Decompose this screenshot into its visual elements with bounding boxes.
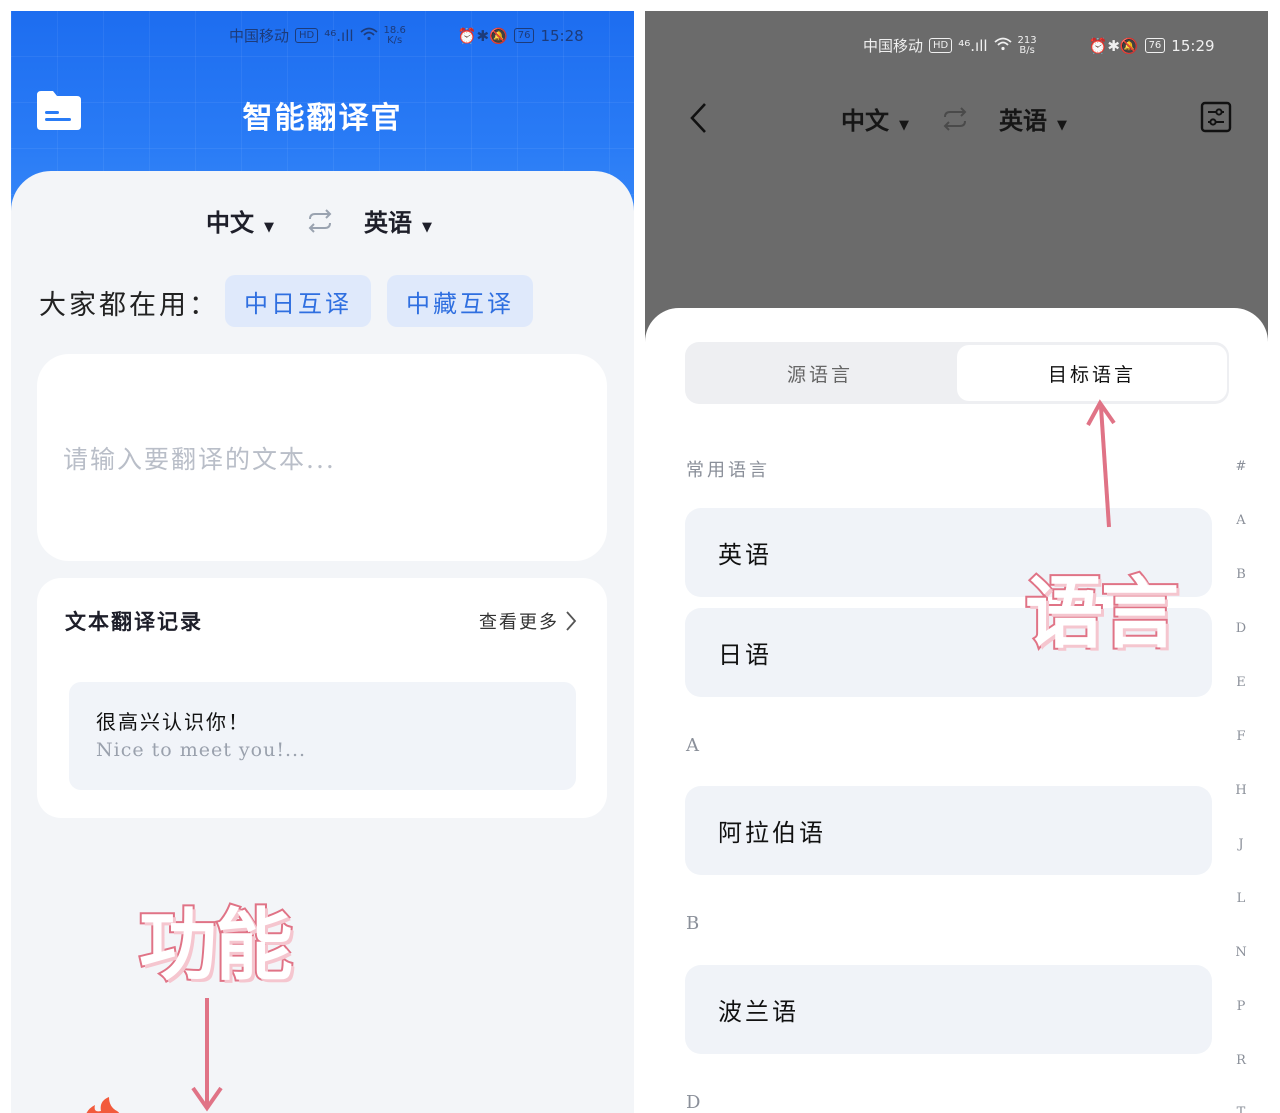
- wifi-icon: [993, 37, 1012, 55]
- wifi-icon: [359, 27, 378, 45]
- net-speed: 213 B/s: [1017, 34, 1037, 56]
- input-placeholder: 请输入要翻译的文本...: [63, 445, 336, 474]
- index-letter[interactable]: N: [1231, 945, 1251, 960]
- index-letter[interactable]: D: [1231, 621, 1251, 636]
- caret-down-icon: ▼: [422, 220, 432, 235]
- net-speed: 18.6 K/s: [383, 24, 406, 46]
- popular-label: 大家都在用：: [39, 290, 219, 321]
- swap-icon[interactable]: [939, 106, 971, 131]
- carrier-label: 中国移动: [229, 27, 290, 45]
- chevron-right-icon: [566, 611, 577, 631]
- annotation-language: 语言: [1023, 567, 1181, 661]
- status-icons: ⏰✱🔕: [457, 26, 508, 45]
- history-record[interactable]: 很高兴认识你！ Nice to meet you!...: [69, 682, 576, 790]
- index-letter[interactable]: P: [1231, 999, 1251, 1014]
- section-common: 常用语言: [686, 460, 770, 481]
- caret-down-icon: ▼: [1057, 118, 1067, 133]
- section-a: A: [686, 735, 702, 756]
- tab-source-language[interactable]: 源语言: [685, 342, 955, 404]
- swap-icon[interactable]: [304, 208, 336, 233]
- status-icons: ⏰✱🔕: [1088, 36, 1139, 55]
- app-title: 智能翻译官: [242, 101, 403, 136]
- main-screen: 中国移动 HD ⁴⁶.ıll 18.6 K/s ⏰✱🔕 76 15:28 智能翻译…: [11, 11, 634, 1113]
- index-letter[interactable]: #: [1231, 459, 1251, 474]
- index-letter[interactable]: F: [1231, 729, 1251, 744]
- index-letter[interactable]: T: [1231, 1105, 1251, 1113]
- section-b: B: [686, 913, 703, 934]
- clock: 15:29: [1171, 36, 1215, 55]
- source-language-label: 中文: [206, 208, 254, 237]
- tab-target-language[interactable]: 目标语言: [957, 345, 1227, 401]
- signal-icon: ⁴⁶.ıll: [958, 36, 988, 55]
- back-arrow-icon[interactable]: [687, 101, 709, 135]
- source-language-button[interactable]: 中文 ▼: [841, 101, 909, 136]
- status-bar: 中国移动 HD ⁴⁶.ıll 18.6 K/s ⏰✱🔕 76 15:28: [229, 25, 584, 46]
- history-title: 文本翻译记录: [65, 609, 203, 634]
- battery-icon: 76: [513, 28, 535, 43]
- target-language-label: 英语: [999, 106, 1047, 135]
- view-more-label: 查看更多: [479, 612, 559, 633]
- signal-icon: ⁴⁶.ıll: [324, 26, 354, 45]
- chip-zh-bo[interactable]: 中藏互译: [387, 275, 533, 327]
- index-letter[interactable]: J: [1231, 837, 1251, 852]
- caret-down-icon: ▼: [264, 220, 274, 235]
- index-letter[interactable]: R: [1231, 1053, 1251, 1068]
- language-item-polish[interactable]: 波兰语: [685, 965, 1212, 1054]
- target-language-button[interactable]: 英语 ▼: [999, 101, 1067, 136]
- view-more-link[interactable]: 查看更多: [479, 608, 577, 634]
- clock: 15:28: [540, 26, 584, 45]
- carrier-label: 中国移动: [863, 37, 924, 55]
- settings-sliders-icon[interactable]: [1200, 101, 1232, 133]
- chip-zh-ja[interactable]: 中日互译: [225, 275, 371, 327]
- caret-down-icon: ▼: [899, 118, 909, 133]
- language-switcher: 中文 ▼ 英语 ▼: [841, 101, 1067, 136]
- source-language-button[interactable]: 中文 ▼: [206, 203, 274, 238]
- battery-icon: 76: [1144, 38, 1166, 53]
- status-bar: 中国移动 HD ⁴⁶.ıll 213 B/s ⏰✱🔕 76 15:29: [863, 35, 1215, 56]
- target-language-button[interactable]: 英语 ▼: [364, 203, 432, 238]
- index-letter[interactable]: A: [1231, 513, 1251, 528]
- hd-badge: HD: [929, 38, 953, 53]
- index-letter[interactable]: B: [1231, 567, 1251, 582]
- flame-icon: [86, 1097, 120, 1113]
- index-letter[interactable]: L: [1231, 891, 1251, 906]
- history-card: 文本翻译记录 查看更多 很高兴认识你！ Nice to meet you!...: [37, 578, 607, 818]
- language-tabs: 源语言 目标语言: [685, 342, 1229, 404]
- source-language-label: 中文: [841, 106, 889, 135]
- arrow-up-icon: [1086, 399, 1116, 528]
- annotation-function: 功能: [137, 899, 295, 993]
- text-input-card[interactable]: 请输入要翻译的文本...: [37, 354, 607, 561]
- language-item-arabic[interactable]: 阿拉伯语: [685, 786, 1212, 875]
- target-language-label: 英语: [364, 208, 412, 237]
- record-translation: Nice to meet you!...: [96, 739, 307, 761]
- language-switcher: 中文 ▼ 英语 ▼: [206, 203, 432, 238]
- section-d: D: [686, 1092, 704, 1113]
- index-letter[interactable]: E: [1231, 675, 1251, 690]
- language-picker-screen: 中国移动 HD ⁴⁶.ıll 213 B/s ⏰✱🔕 76 15:29 中文 ▼ 英…: [645, 11, 1268, 1113]
- hd-badge: HD: [295, 28, 319, 43]
- arrow-down-icon: [191, 998, 223, 1112]
- record-source: 很高兴认识你！: [96, 710, 250, 734]
- index-letter[interactable]: H: [1231, 783, 1251, 798]
